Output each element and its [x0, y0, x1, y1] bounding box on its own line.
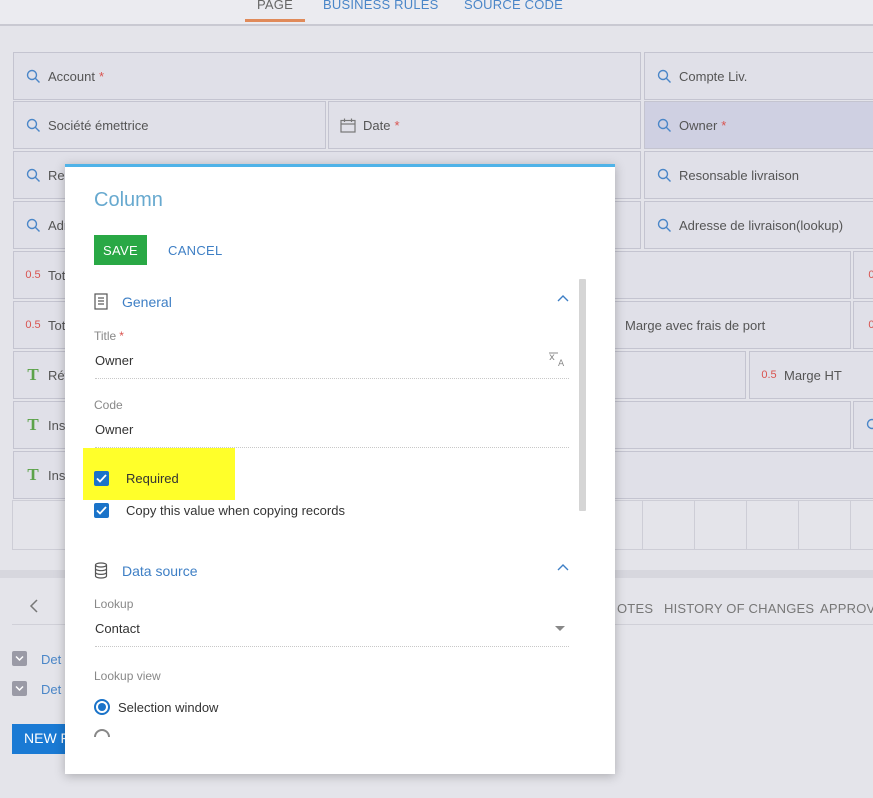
svg-text:x: x [549, 352, 555, 363]
tab-history-of-changes[interactable]: HISTORY OF CHANGES [664, 601, 814, 616]
title-input[interactable]: Owner x A [95, 351, 569, 379]
field-label: Tot [48, 267, 66, 283]
field-label: Société émettrice [48, 117, 149, 133]
column-settings-dialog: Column SAVE CANCEL General Title * Owner … [65, 164, 615, 774]
decimal-icon: 0. [864, 269, 873, 281]
magnifier-icon [655, 168, 673, 183]
text-icon: T [27, 415, 39, 434]
section-data-source-header[interactable]: Data source [94, 559, 570, 583]
required-mark: * [721, 117, 727, 133]
required-checkbox[interactable] [94, 471, 109, 486]
required-checkbox-row[interactable]: Required [94, 471, 179, 486]
cancel-button[interactable]: CANCEL [168, 243, 223, 258]
field-label: Account [48, 68, 95, 84]
decimal-icon: 0.5 [25, 319, 41, 331]
magnifier-icon [864, 418, 873, 433]
text-icon: T [27, 465, 39, 484]
copy-value-checkbox[interactable] [94, 503, 109, 518]
selection-window-radio[interactable] [94, 699, 110, 715]
magnifier-icon [24, 118, 42, 133]
field-label-marge-frais: Marge avec frais de port [625, 317, 766, 333]
dialog-scrollbar[interactable] [579, 279, 586, 511]
detail-label[interactable]: Det [41, 682, 61, 697]
copy-value-checkbox-row[interactable]: Copy this value when copying records [94, 503, 345, 518]
decimal-icon: 0.5 [25, 269, 41, 281]
checkmark-icon [96, 474, 107, 483]
required-mark: * [119, 329, 124, 343]
text-icon: T [27, 365, 39, 384]
calendar-icon [339, 118, 357, 133]
grid-field-responsable-livraison[interactable]: Resonsable livraison [644, 151, 873, 199]
decimal-icon: 0.5 [761, 369, 777, 381]
tab-source-code[interactable]: SOURCE CODE [464, 0, 563, 12]
chevron-down-icon[interactable] [555, 626, 565, 631]
grid-field-societe-emettrice[interactable]: Société émettrice [13, 101, 326, 149]
field-label: Marge HT [784, 367, 842, 383]
grid-field-owner[interactable]: Owner * [644, 101, 873, 149]
grid-field-account[interactable]: Account * [13, 52, 641, 100]
chevron-down-icon [15, 685, 24, 692]
grid-field-marge-ht[interactable]: 0.5 Marge HT [749, 351, 873, 399]
grid-field-compte-liv[interactable]: Compte Liv. [644, 52, 873, 100]
section-general-header[interactable]: General [94, 290, 570, 314]
field-label: Compte Liv. [679, 68, 748, 84]
chevron-up-icon[interactable] [556, 562, 570, 572]
magnifier-icon [24, 69, 42, 84]
grid-field-right-3[interactable] [853, 401, 873, 449]
tab-approvals[interactable]: APPROVA [820, 601, 873, 616]
lookup-field-label: Lookup [94, 597, 134, 611]
code-input[interactable]: Owner [95, 422, 569, 448]
field-label: Resonsable livraison [679, 167, 799, 183]
checkmark-icon [96, 506, 107, 515]
section-title: General [122, 294, 172, 310]
tab-business-rules[interactable]: BUSINESS RULES [323, 0, 439, 12]
required-mark: * [98, 68, 105, 84]
document-icon [94, 293, 110, 311]
dialog-bottom-fade [65, 737, 615, 774]
decimal-icon: 0. [864, 319, 873, 331]
new-record-button[interactable]: NEW F [12, 724, 72, 754]
field-label: Date [363, 117, 391, 133]
dialog-title: Column [94, 189, 163, 211]
magnifier-icon [24, 218, 42, 233]
selection-window-option[interactable]: Selection window [94, 699, 218, 715]
chevron-up-icon[interactable] [556, 293, 570, 303]
lookup-select[interactable]: Contact [95, 621, 569, 647]
lookup-view-label: Lookup view [94, 669, 161, 683]
detail-label[interactable]: Det [41, 652, 61, 667]
top-tab-bar: PAGE BUSINESS RULES SOURCE CODE [0, 0, 873, 26]
selection-window-label: Selection window [118, 699, 219, 715]
detail-expand-toggle[interactable] [12, 681, 27, 696]
radio-dot [98, 703, 106, 711]
magnifier-icon [655, 218, 673, 233]
required-label: Required [126, 471, 179, 486]
database-icon [94, 562, 110, 580]
grid-field-right-1[interactable]: 0. [853, 251, 873, 299]
copy-value-label: Copy this value when copying records [126, 503, 345, 518]
magnifier-icon [655, 69, 673, 84]
translate-icon[interactable]: x A [549, 351, 567, 367]
field-label: Tot [48, 317, 66, 333]
chevron-left-icon[interactable] [27, 598, 41, 614]
magnifier-icon [655, 118, 673, 133]
tab-notes[interactable]: OTES [617, 601, 653, 616]
field-label: Owner [679, 117, 718, 133]
section-title: Data source [122, 563, 198, 579]
title-field-label: Title * [94, 329, 124, 343]
magnifier-icon [24, 168, 42, 183]
code-field-label: Code [94, 398, 123, 412]
required-mark: * [394, 117, 400, 133]
svg-text:A: A [558, 359, 565, 367]
tab-page[interactable]: PAGE [245, 0, 305, 22]
grid-field-right-2[interactable]: 0. [853, 301, 873, 349]
chevron-down-icon [15, 655, 24, 662]
detail-expand-toggle[interactable] [12, 651, 27, 666]
grid-field-adresse-livraison[interactable]: Adresse de livraison(lookup) [644, 201, 873, 249]
save-button[interactable]: SAVE [94, 235, 147, 265]
grid-field-date[interactable]: Date * [328, 101, 641, 149]
field-label: Adresse de livraison(lookup) [679, 217, 844, 233]
